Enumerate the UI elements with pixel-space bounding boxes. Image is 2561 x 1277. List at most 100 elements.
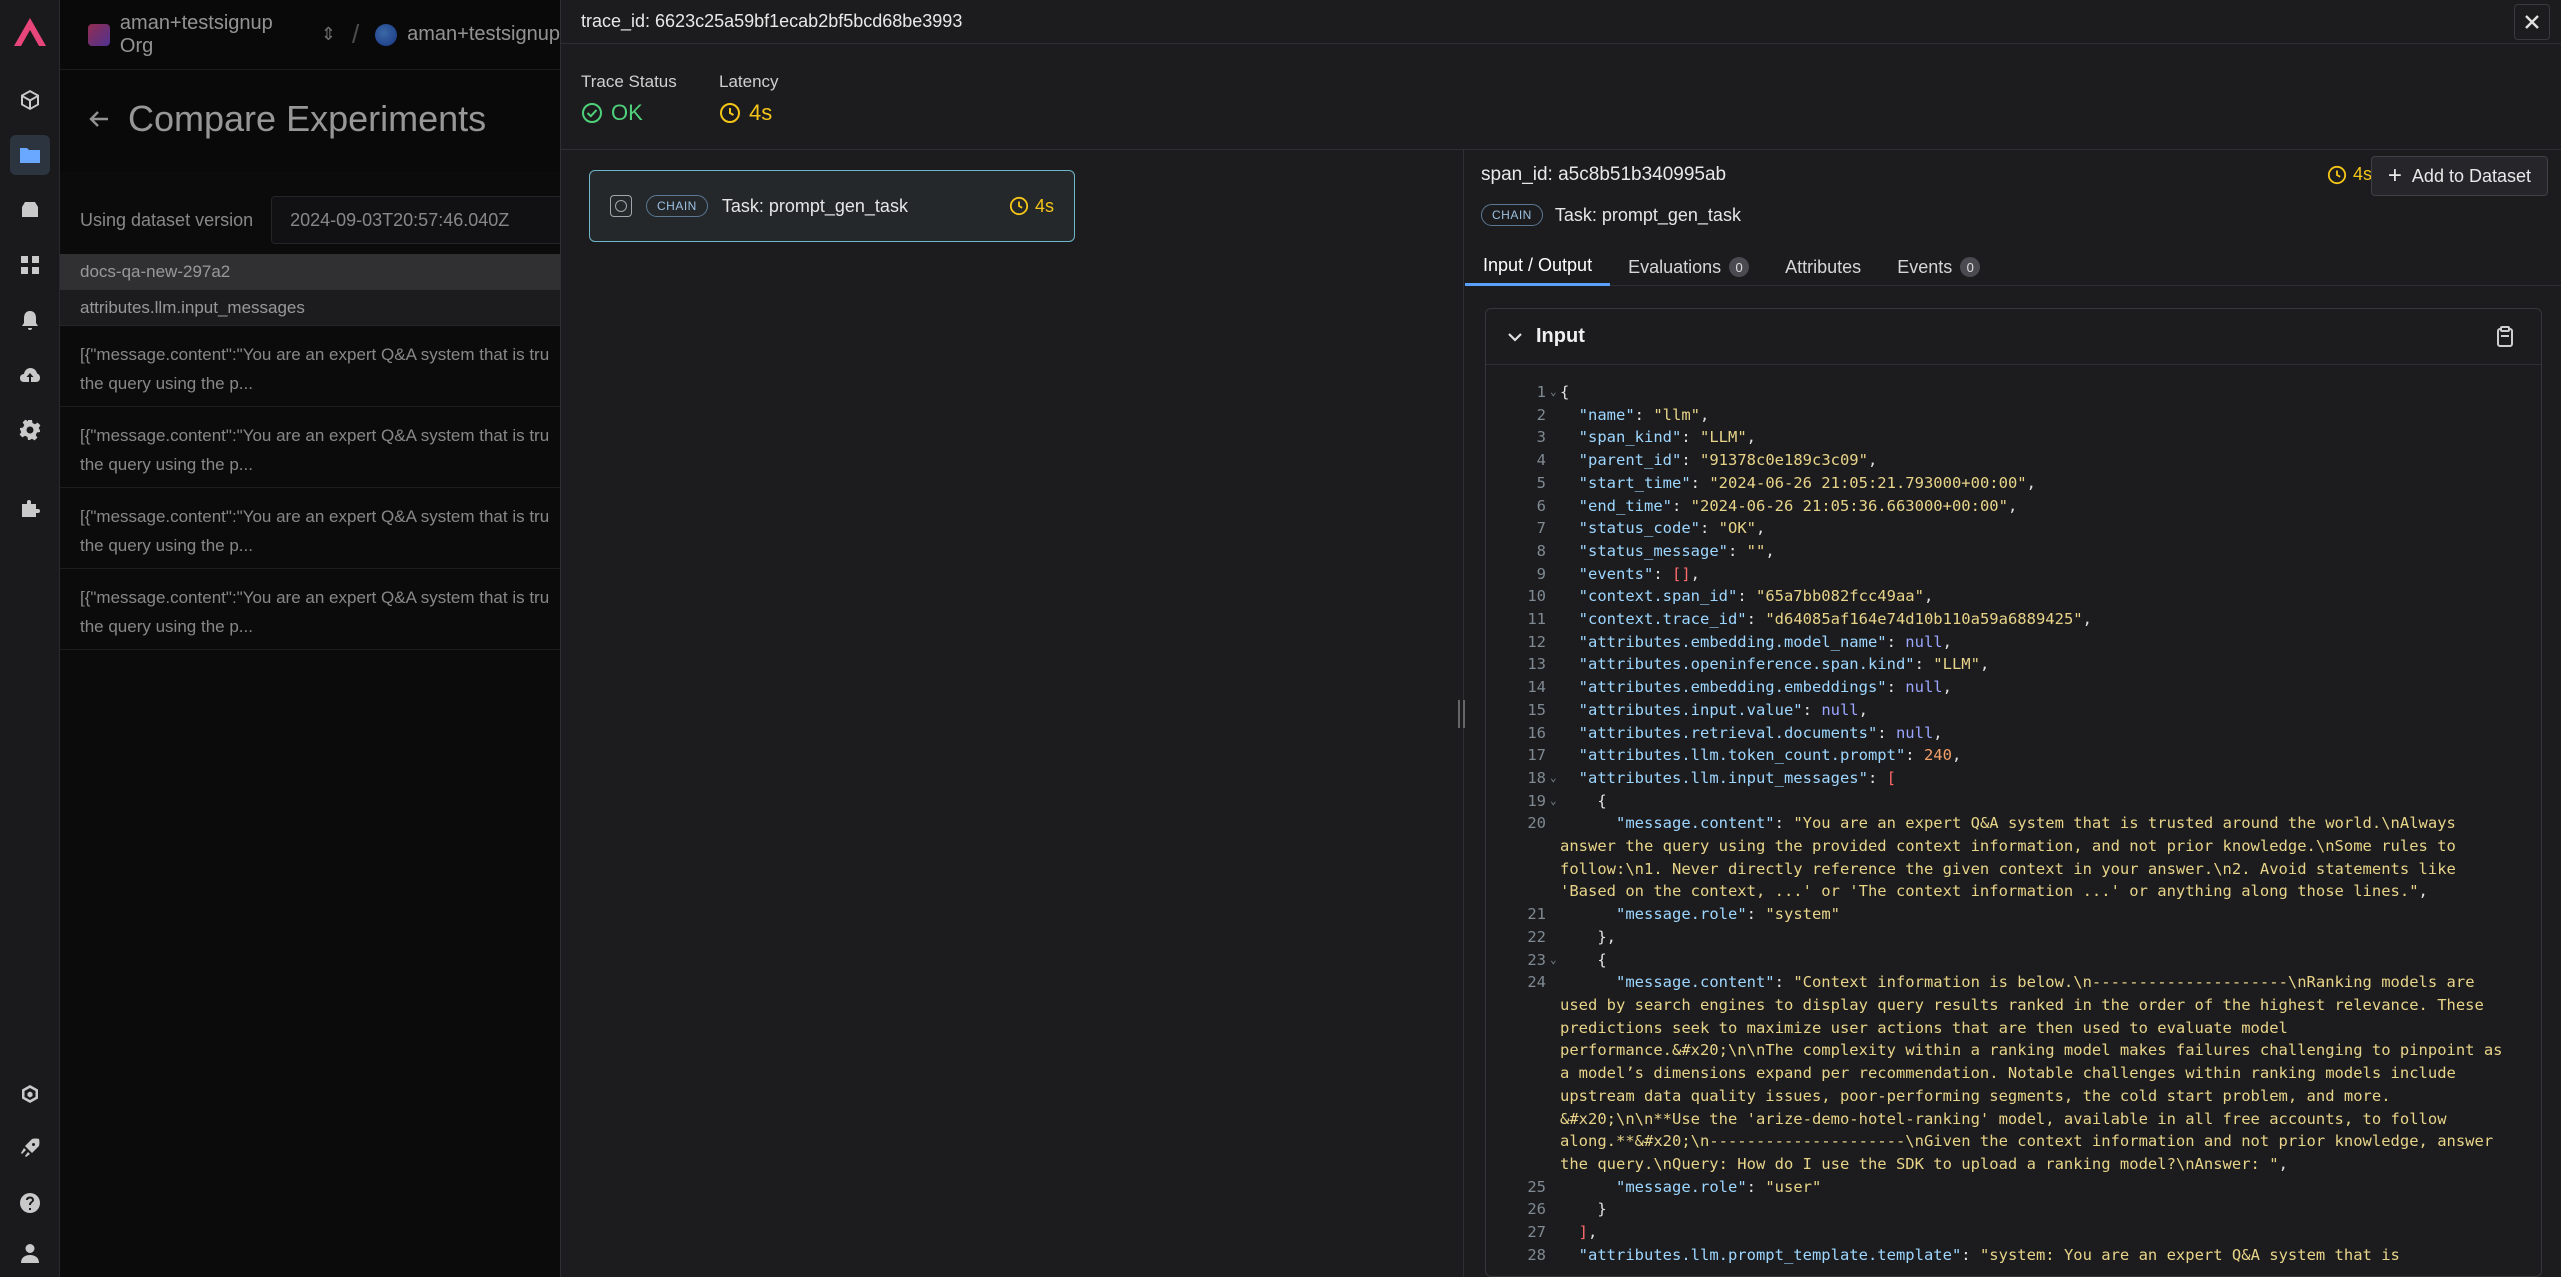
trace-drawer: trace_id: 6623c25a59bf1ecab2bf5bcd68be39… [560, 0, 2561, 1277]
code-text: "message.role": "system" [1616, 905, 1840, 924]
fold-gutter [1550, 631, 1560, 654]
sidebar-openai[interactable] [10, 1075, 50, 1115]
puzzle-icon [22, 500, 40, 517]
span-tree-node[interactable]: CHAIN Task: prompt_gen_task 4s [589, 170, 1075, 242]
code-line: 4 "parent_id": "91378c0e189c3c09", [1486, 449, 2541, 472]
line-number: 1 [1536, 383, 1546, 401]
code-text: "parent_id": "91378c0e189c3c09", [1578, 451, 1878, 470]
code-text: "name": "llm", [1578, 405, 1710, 424]
tab-label: Events [1897, 256, 1953, 277]
code-text: "context.trace_id": "d64085af164e74d10b1… [1578, 610, 2092, 629]
close-button[interactable] [2514, 4, 2550, 40]
line-number: 4 [1536, 451, 1546, 470]
help-icon [20, 1193, 40, 1213]
cube-icon [21, 90, 39, 110]
code-text: "attributes.retrieval.documents": null, [1578, 723, 1943, 742]
code-line: 5 "start_time": "2024-06-26 21:05:21.793… [1486, 472, 2541, 495]
trace-latency: Latency 4s [719, 72, 779, 126]
code-line: 9 "events": [], [1486, 563, 2541, 586]
fold-gutter [1550, 699, 1560, 722]
sidebar-monitors[interactable] [10, 300, 50, 340]
close-icon [2525, 15, 2539, 29]
code-line: 2 "name": "llm", [1486, 404, 2541, 427]
line-number: 26 [1527, 1200, 1546, 1219]
fold-chevron-icon[interactable]: ⌄ [1550, 767, 1560, 790]
clock-icon [720, 103, 740, 123]
code-text: "status_code": "OK", [1578, 519, 1766, 538]
line-number: 6 [1536, 496, 1546, 515]
tab-label: Attributes [1785, 256, 1862, 277]
line-number: 2 [1536, 405, 1546, 424]
code-text: "message.content": "Context information … [1560, 973, 2512, 1173]
add-to-dataset-label: Add to Dataset [2411, 165, 2531, 186]
line-number: 9 [1536, 564, 1546, 583]
code-line: 19 ⌄ { [1486, 790, 2541, 813]
code-text: "attributes.llm.prompt_template.template… [1578, 1245, 2400, 1264]
code-text: "attributes.embedding.embeddings": null, [1578, 678, 1952, 697]
trace-status: Trace Status OK [581, 72, 677, 126]
tab-events[interactable]: Events 0 [1879, 248, 1998, 286]
check-circle-icon [582, 103, 602, 123]
sidebar-user[interactable] [10, 1233, 50, 1273]
line-number: 15 [1527, 700, 1546, 719]
code-text: }, [1560, 927, 1616, 946]
code-line: 14 "attributes.embedding.embeddings": nu… [1486, 676, 2541, 699]
fold-gutter [1550, 722, 1560, 745]
add-to-dataset-button[interactable]: + Add to Dataset [2370, 156, 2548, 196]
sidebar-getting-started[interactable] [10, 1128, 50, 1168]
sidebar-models[interactable] [10, 80, 50, 120]
chevron-down-icon[interactable] [1506, 328, 1524, 346]
openai-icon [22, 1085, 38, 1103]
json-code-viewer[interactable]: 1 ⌄{2 "name": "llm", 3 "span_kind": "LLM",… [1486, 381, 2541, 1266]
fold-chevron-icon[interactable]: ⌄ [1550, 381, 1560, 404]
code-line: 21 "message.role": "system" [1486, 903, 2541, 926]
sidebar-settings[interactable] [10, 410, 50, 450]
fold-gutter [1550, 540, 1560, 563]
sidebar-upload[interactable] [10, 355, 50, 395]
fold-gutter [1550, 472, 1560, 495]
code-line: 23 ⌄ { [1486, 949, 2541, 972]
fold-gutter [1550, 495, 1560, 518]
arize-logo[interactable] [8, 12, 52, 56]
span-node-label: Task: prompt_gen_task [721, 195, 908, 216]
line-number: 20 [1527, 814, 1546, 833]
clipboard-icon[interactable] [2493, 325, 2517, 349]
tab-evaluations[interactable]: Evaluations 0 [1610, 248, 1767, 286]
code-line: 20 "message.content": "You are an expert… [1486, 812, 2541, 903]
modal-overlay[interactable] [60, 0, 560, 1277]
span-node-latency-text: 4s [1034, 195, 1054, 216]
fold-chevron-icon[interactable]: ⌄ [1550, 949, 1560, 972]
span-tabs: Input / Output Evaluations 0 Attributes E… [1465, 248, 2561, 286]
tab-attributes[interactable]: Attributes [1767, 248, 1879, 286]
code-text: "attributes.llm.token_count.prompt": 240… [1578, 746, 1962, 765]
code-text: { [1560, 383, 1570, 401]
fold-gutter [1550, 653, 1560, 676]
line-number: 25 [1527, 1177, 1546, 1196]
grid-icon [21, 256, 39, 274]
line-number: 17 [1527, 746, 1546, 765]
code-text: "start_time": "2024-06-26 21:05:21.79300… [1578, 473, 2036, 492]
sidebar-dashboards[interactable] [10, 245, 50, 285]
latency-value: 4s [719, 100, 779, 126]
code-line: 15 "attributes.input.value": null, [1486, 699, 2541, 722]
sidebar-projects[interactable] [10, 135, 50, 175]
tab-input-output[interactable]: Input / Output [1465, 248, 1611, 286]
sidebar-datasets[interactable] [10, 190, 50, 230]
line-number: 12 [1527, 632, 1546, 651]
code-text: "attributes.embedding.model_name": null, [1578, 632, 1952, 651]
fold-gutter [1550, 676, 1560, 699]
folder-icon [20, 148, 40, 163]
span-kind-badge: CHAIN [1481, 204, 1543, 226]
code-text: } [1560, 1200, 1607, 1219]
input-card-header[interactable]: Input [1486, 309, 2541, 365]
sidebar-help[interactable] [10, 1183, 50, 1223]
fold-chevron-icon[interactable]: ⌄ [1550, 790, 1560, 813]
fold-gutter [1550, 426, 1560, 449]
clock-icon [1009, 196, 1029, 216]
left-sidebar [0, 0, 60, 1277]
code-text: "status_message": "", [1578, 541, 1775, 560]
input-title: Input [1536, 325, 1585, 347]
code-text: { [1560, 791, 1607, 810]
line-number: 19 [1527, 791, 1546, 810]
sidebar-integrations[interactable] [10, 488, 50, 528]
